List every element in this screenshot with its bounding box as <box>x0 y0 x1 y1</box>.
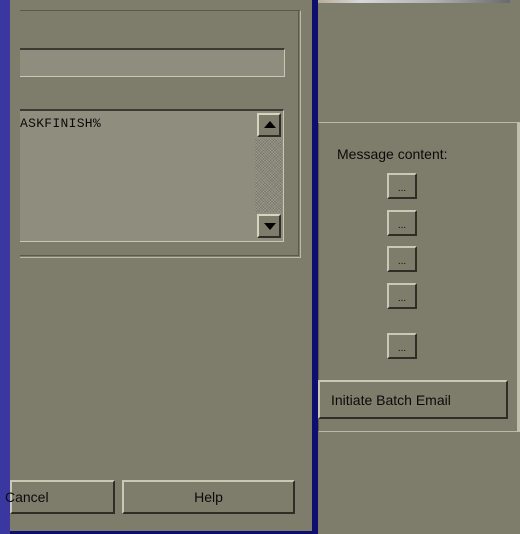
cancel-button[interactable]: Cancel <box>5 480 115 514</box>
insert-field-button-3[interactable]: ... <box>387 246 417 272</box>
initiate-batch-email-button[interactable]: Initiate Batch Email <box>318 380 508 419</box>
background-window-edge <box>0 0 10 534</box>
insert-field-button-label: ... <box>397 256 407 267</box>
message-body-text: ASKFINISH% <box>20 116 102 131</box>
scroll-up-button[interactable] <box>257 113 281 137</box>
insert-field-button-4[interactable]: ... <box>387 283 417 309</box>
scrollbar-track[interactable] <box>255 139 282 212</box>
subject-input[interactable] <box>20 48 285 77</box>
vertical-scrollbar[interactable] <box>255 111 282 240</box>
message-content-label: Message content: <box>337 146 448 162</box>
insert-field-button-5[interactable]: ... <box>387 333 417 359</box>
insert-field-button-label: ... <box>397 343 407 354</box>
help-button-label: Help <box>194 489 223 505</box>
email-dialog: ASKFINISH% Cancel Help <box>5 0 318 534</box>
initiate-batch-email-label: Initiate Batch Email <box>331 391 451 408</box>
insert-field-button-label: ... <box>397 220 407 231</box>
cancel-button-label: Cancel <box>5 489 49 505</box>
message-body-textarea[interactable]: ASKFINISH% <box>20 109 284 242</box>
help-button[interactable]: Help <box>122 480 295 514</box>
insert-field-button-1[interactable]: ... <box>387 173 417 199</box>
insert-field-button-2[interactable]: ... <box>387 210 417 236</box>
arrow-up-icon <box>264 121 276 128</box>
insert-field-button-label: ... <box>397 293 407 304</box>
arrow-down-icon <box>264 223 276 230</box>
scroll-down-button[interactable] <box>257 214 281 238</box>
insert-field-button-label: ... <box>397 183 407 194</box>
